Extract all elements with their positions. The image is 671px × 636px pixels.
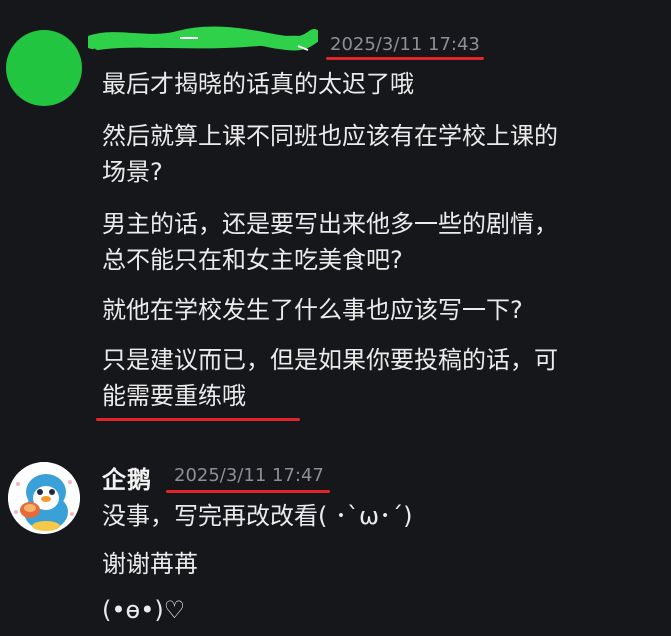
message-timestamp: 2025/3/11 17:47 bbox=[174, 465, 324, 486]
message-line: 谢谢苒苒 bbox=[102, 550, 198, 578]
message-timestamp: 2025/3/11 17:43 bbox=[330, 34, 480, 55]
message-line: 总不能只在和女主吃美食吧? bbox=[102, 246, 403, 274]
redacted-username-scribble bbox=[88, 26, 318, 51]
timestamp-highlight-underline bbox=[326, 57, 484, 60]
penguin-avatar[interactable] bbox=[8, 462, 80, 534]
message-line: 然后就算上课不同班也应该有在学校上课的 bbox=[102, 122, 558, 150]
text-highlight-underline bbox=[96, 418, 300, 421]
message-line: (•ө•)♡ bbox=[102, 596, 186, 624]
message-line: 能需要重练哦 bbox=[102, 382, 246, 410]
message-line: 男主的话，还是要写出来他多一些的剧情， bbox=[102, 210, 558, 238]
penguin-icon bbox=[8, 462, 80, 534]
message-line: 就他在学校发生了什么事也应该写一下? bbox=[102, 296, 523, 324]
user-avatar[interactable] bbox=[6, 30, 82, 106]
message-line: 只是建议而已，但是如果你要投稿的话，可 bbox=[102, 346, 558, 374]
message-line: 最后才揭晓的话真的太迟了哦 bbox=[102, 70, 414, 98]
timestamp-highlight-underline bbox=[166, 490, 330, 493]
username[interactable]: 企鹅 bbox=[102, 460, 152, 495]
message-line: 没事，写完再改改看( ･`ω･´) bbox=[102, 502, 413, 530]
message-line: 场景? bbox=[102, 158, 163, 186]
